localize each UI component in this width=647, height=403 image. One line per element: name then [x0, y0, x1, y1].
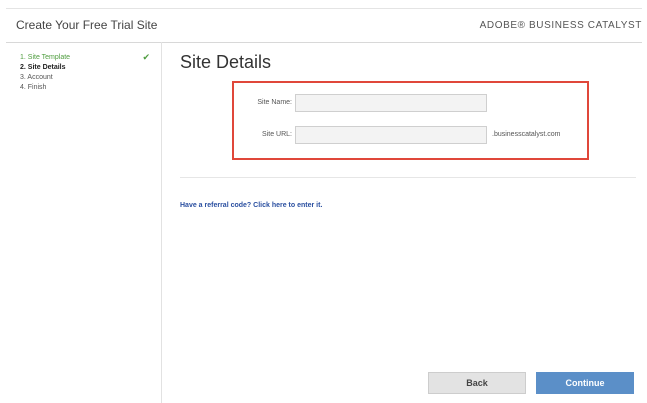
step-account: 3. Account [20, 73, 150, 82]
step-label: 4. Finish [20, 84, 47, 91]
section-divider [180, 177, 636, 178]
sidebar: 1. Site Template ✔ 2. Site Details 3. Ac… [6, 42, 162, 403]
step-site-details: 2. Site Details [20, 63, 150, 72]
page-title: Site Details [180, 52, 272, 72]
step-finish: 4. Finish [20, 83, 150, 92]
brand-logo-text: ADOBE® BUSINESS CATALYST [479, 20, 642, 31]
step-label: 1. Site Template [20, 54, 71, 61]
url-suffix: .businesscatalyst.com [492, 131, 561, 138]
site-name-input[interactable] [295, 94, 487, 112]
continue-button[interactable]: Continue [536, 372, 634, 394]
referral-code-link[interactable]: Have a referral code? Click here to ente… [180, 202, 322, 209]
back-button[interactable]: Back [428, 372, 526, 394]
step-label: 3. Account [20, 74, 53, 81]
step-list: 1. Site Template ✔ 2. Site Details 3. Ac… [20, 53, 150, 93]
step-site-template: 1. Site Template ✔ [20, 53, 150, 62]
main-content: Site Details Site Name: Site URL: .busin… [162, 42, 642, 403]
check-icon: ✔ [142, 52, 150, 62]
header: Create Your Free Trial Site ADOBE® BUSIN… [6, 9, 642, 43]
site-name-label: Site Name: [257, 99, 292, 106]
site-url-input[interactable] [295, 126, 487, 144]
page-header-title: Create Your Free Trial Site [16, 18, 158, 32]
step-label: 2. Site Details [20, 64, 66, 71]
site-details-form: Site Name: Site URL: .businesscatalyst.c… [232, 81, 589, 160]
site-url-label: Site URL: [262, 131, 292, 138]
